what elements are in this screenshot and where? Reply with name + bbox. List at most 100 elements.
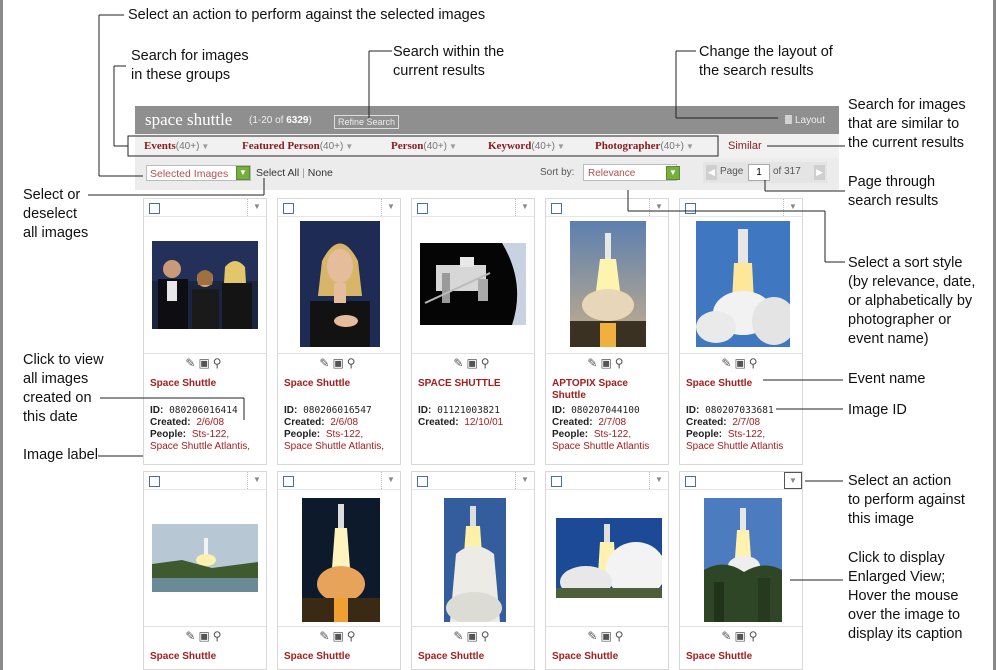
- created-date-link[interactable]: 2/7/08: [732, 417, 760, 428]
- image-action-menu[interactable]: ▼: [247, 472, 266, 489]
- save-icon[interactable]: ▣: [332, 356, 346, 370]
- zoom-icon[interactable]: ⚲: [481, 356, 493, 370]
- image-thumbnail[interactable]: [704, 498, 782, 622]
- zoom-icon[interactable]: ⚲: [213, 356, 225, 370]
- image-checkbox[interactable]: [149, 476, 160, 487]
- edit-icon[interactable]: ✎: [587, 629, 600, 643]
- people-link[interactable]: Space Shuttle Atlantis,: [284, 441, 384, 452]
- edit-icon[interactable]: ✎: [587, 356, 600, 370]
- sort-go-button[interactable]: ▼: [666, 166, 680, 180]
- sort-select[interactable]: Relevance: [583, 164, 677, 181]
- event-name-link[interactable]: SPACE SHUTTLE: [418, 378, 530, 390]
- next-page-button[interactable]: ▶: [814, 165, 825, 180]
- save-icon[interactable]: ▣: [198, 356, 212, 370]
- image-thumbnail[interactable]: [420, 243, 526, 325]
- edit-icon[interactable]: ✎: [453, 356, 466, 370]
- edit-icon[interactable]: ✎: [721, 356, 734, 370]
- image-thumbnail[interactable]: [152, 524, 258, 592]
- zoom-icon[interactable]: ⚲: [347, 356, 359, 370]
- save-icon[interactable]: ▣: [734, 629, 748, 643]
- event-name-link[interactable]: Space Shuttle: [686, 378, 798, 390]
- people-link[interactable]: Sts-122,: [326, 429, 363, 440]
- created-date-link[interactable]: 2/6/08: [196, 417, 224, 428]
- image-action-menu[interactable]: ▼: [515, 472, 534, 489]
- save-icon[interactable]: ▣: [734, 356, 748, 370]
- image-action-menu[interactable]: ▼: [783, 199, 802, 216]
- people-link[interactable]: Space Shuttle Atlantis: [686, 441, 783, 452]
- image-thumbnail[interactable]: [152, 241, 258, 329]
- event-name-link[interactable]: Space Shuttle: [552, 651, 664, 663]
- event-name-link[interactable]: Space Shuttle: [284, 651, 396, 663]
- created-date-link[interactable]: 2/6/08: [330, 417, 358, 428]
- edit-icon[interactable]: ✎: [721, 629, 734, 643]
- prev-page-button[interactable]: ◀: [706, 165, 717, 180]
- save-icon[interactable]: ▣: [332, 629, 346, 643]
- image-action-menu[interactable]: ▼: [784, 472, 802, 489]
- facet-events[interactable]: Events(40+) ▼: [144, 140, 209, 152]
- facet-photographer[interactable]: Photographer(40+) ▼: [595, 140, 694, 152]
- selected-images-go-button[interactable]: ▼: [236, 166, 250, 180]
- zoom-icon[interactable]: ⚲: [749, 356, 761, 370]
- image-checkbox[interactable]: [685, 203, 696, 214]
- event-name-link[interactable]: APTOPIX Space Shuttle: [552, 378, 664, 402]
- save-icon[interactable]: ▣: [600, 356, 614, 370]
- zoom-icon[interactable]: ⚲: [347, 629, 359, 643]
- image-thumbnail[interactable]: [302, 498, 380, 622]
- people-link[interactable]: Sts-122,: [192, 429, 229, 440]
- select-all-link[interactable]: Select All: [256, 167, 299, 179]
- similar-link[interactable]: Similar: [728, 140, 762, 152]
- image-action-menu[interactable]: ▼: [247, 199, 266, 216]
- save-icon[interactable]: ▣: [466, 629, 480, 643]
- event-name-link[interactable]: Space Shuttle: [418, 651, 530, 663]
- facet-person[interactable]: Person(40+) ▼: [391, 140, 457, 152]
- image-action-menu[interactable]: ▼: [649, 199, 668, 216]
- event-name-link[interactable]: Space Shuttle: [284, 378, 396, 390]
- facet-featured-person[interactable]: Featured Person(40+) ▼: [242, 140, 353, 152]
- edit-icon[interactable]: ✎: [319, 629, 332, 643]
- people-link[interactable]: Space Shuttle Atlantis: [552, 441, 649, 452]
- created-date-link[interactable]: 12/10/01: [464, 417, 503, 428]
- image-checkbox[interactable]: [417, 476, 428, 487]
- created-date-link[interactable]: 2/7/08: [598, 417, 626, 428]
- image-checkbox[interactable]: [551, 476, 562, 487]
- facet-keyword[interactable]: Keyword(40+) ▼: [488, 140, 565, 152]
- select-none-link[interactable]: None: [308, 167, 333, 179]
- image-checkbox[interactable]: [551, 203, 562, 214]
- refine-search-button[interactable]: Refine Search: [334, 115, 400, 129]
- edit-icon[interactable]: ✎: [453, 629, 466, 643]
- layout-button[interactable]: Layout: [785, 115, 825, 126]
- zoom-icon[interactable]: ⚲: [213, 629, 225, 643]
- save-icon[interactable]: ▣: [466, 356, 480, 370]
- image-action-menu[interactable]: ▼: [381, 199, 400, 216]
- event-name-link[interactable]: Space Shuttle: [150, 651, 262, 663]
- people-link[interactable]: Space Shuttle Atlantis,: [150, 441, 250, 452]
- event-name-link[interactable]: Space Shuttle: [150, 378, 262, 390]
- image-checkbox[interactable]: [685, 476, 696, 487]
- event-name-link[interactable]: Space Shuttle: [686, 651, 798, 663]
- page-total: of 317: [773, 166, 801, 177]
- zoom-icon[interactable]: ⚲: [481, 629, 493, 643]
- image-thumbnail[interactable]: [570, 221, 646, 347]
- people-link[interactable]: Sts-122,: [728, 429, 765, 440]
- edit-icon[interactable]: ✎: [319, 356, 332, 370]
- edit-icon[interactable]: ✎: [185, 356, 198, 370]
- edit-icon[interactable]: ✎: [185, 629, 198, 643]
- image-checkbox[interactable]: [283, 203, 294, 214]
- save-icon[interactable]: ▣: [600, 629, 614, 643]
- image-action-menu[interactable]: ▼: [515, 199, 534, 216]
- zoom-icon[interactable]: ⚲: [615, 356, 627, 370]
- people-link[interactable]: Sts-122,: [594, 429, 631, 440]
- image-action-menu[interactable]: ▼: [381, 472, 400, 489]
- image-thumbnail[interactable]: [300, 221, 380, 347]
- zoom-icon[interactable]: ⚲: [615, 629, 627, 643]
- image-checkbox[interactable]: [149, 203, 160, 214]
- image-checkbox[interactable]: [283, 476, 294, 487]
- image-action-menu[interactable]: ▼: [649, 472, 668, 489]
- image-thumbnail[interactable]: [444, 498, 506, 622]
- save-icon[interactable]: ▣: [198, 629, 212, 643]
- image-thumbnail[interactable]: [556, 518, 662, 598]
- image-thumbnail[interactable]: [696, 221, 790, 347]
- image-checkbox[interactable]: [417, 203, 428, 214]
- page-input[interactable]: 1: [748, 164, 770, 181]
- zoom-icon[interactable]: ⚲: [749, 629, 761, 643]
